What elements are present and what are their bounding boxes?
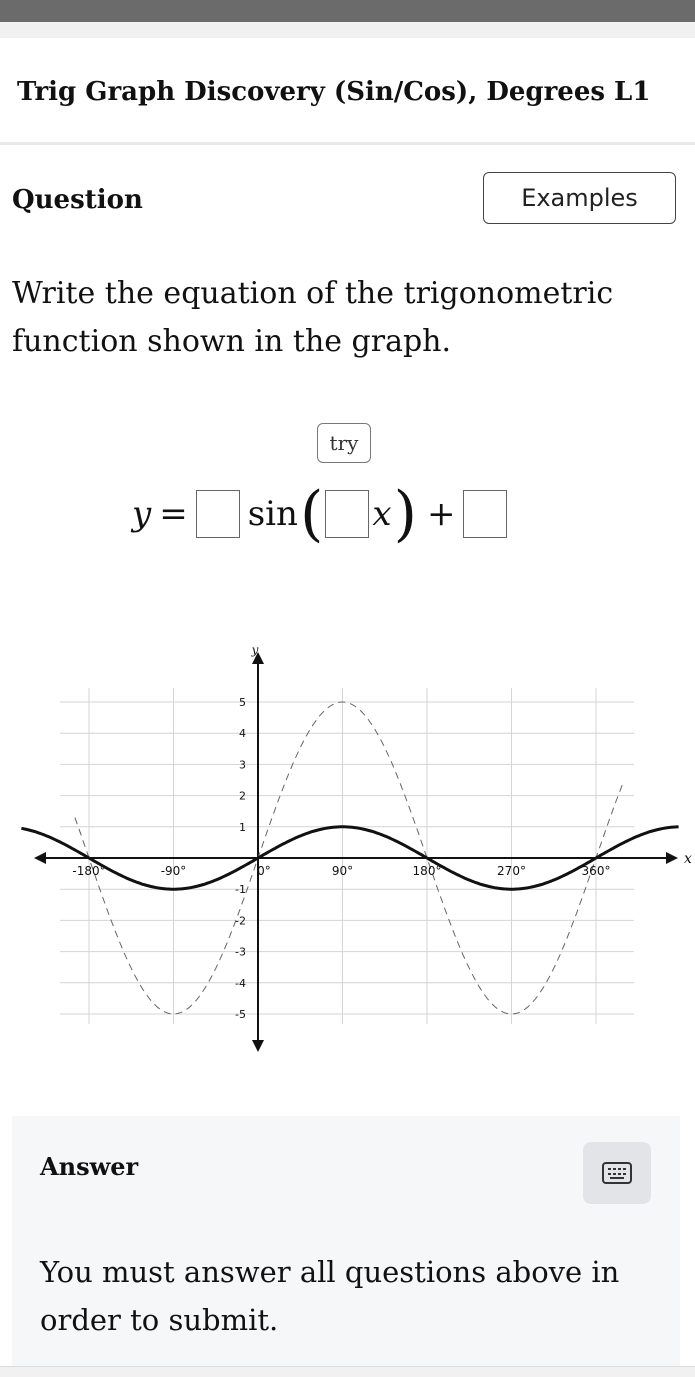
y-tick-label: 5 [239, 696, 246, 709]
top-status-bar [0, 0, 695, 22]
y-axis-label: y [251, 643, 259, 657]
x-tick-label: -180° [72, 864, 105, 878]
plus-sign: + [426, 494, 456, 534]
examples-button[interactable]: Examples [483, 172, 676, 224]
vertical-shift-input[interactable] [463, 490, 508, 538]
y-tick-label: -2 [235, 914, 246, 927]
page-title: Trig Graph Discovery (Sin/Cos), Degrees … [17, 77, 651, 107]
keyboard-icon [602, 1162, 632, 1184]
x-tick-label: 360° [582, 864, 611, 878]
x-tick-label: 0° [257, 864, 271, 878]
sin-function: sin [247, 494, 298, 534]
equals-sign: = [159, 494, 188, 534]
frequency-input[interactable] [325, 490, 370, 538]
y-tick-label: -3 [235, 946, 246, 959]
open-paren: ( [299, 479, 324, 549]
y-tick-label: 1 [239, 821, 246, 834]
equation-var: x [372, 494, 392, 534]
answer-heading: Answer [40, 1152, 139, 1181]
try-button[interactable]: try [317, 423, 371, 463]
answer-message: You must answer all questions above in o… [40, 1255, 620, 1337]
x-axis-arrow-left [34, 852, 46, 864]
answer-panel: Answer You must answer all questions abo… [12, 1116, 680, 1366]
y-axis-arrow-down [252, 1040, 264, 1052]
equation: y = sin ( x ) + [132, 479, 508, 549]
x-tick-label: -90° [161, 864, 187, 878]
bottom-edge [0, 1366, 695, 1377]
y-tick-label: 3 [239, 758, 246, 771]
equation-lhs: y [132, 494, 152, 534]
tick-labels: x y -180° -90° 0° 90° 180° 270° 360° 5 4 3 2 1 -1 -2 -3 -… [72, 643, 692, 1021]
grid-lines [60, 688, 634, 1024]
axes [34, 652, 678, 1052]
x-axis-arrow-right [666, 852, 678, 864]
y-tick-label: -1 [235, 883, 246, 896]
y-tick-label: -4 [235, 977, 246, 990]
y-tick-label: 2 [239, 790, 246, 803]
y-tick-label: -5 [235, 1008, 246, 1021]
top-gap [0, 22, 695, 38]
question-prompt: Write the equation of the trigonometric … [12, 276, 614, 359]
close-paren: ) [393, 479, 417, 549]
x-tick-label: 180° [413, 864, 442, 878]
amplitude-input[interactable] [195, 490, 240, 538]
keyboard-button[interactable] [583, 1142, 651, 1204]
x-tick-label: 270° [497, 864, 526, 878]
x-axis-label: x [684, 851, 692, 867]
y-tick-label: 4 [239, 727, 246, 740]
question-heading: Question [12, 185, 143, 215]
x-tick-label: 90° [332, 864, 353, 878]
trig-graph: x y -180° -90° 0° 90° 180° 270° 360° 5 4 3 2 1 -1 -2 -3 -… [21, 643, 692, 1052]
